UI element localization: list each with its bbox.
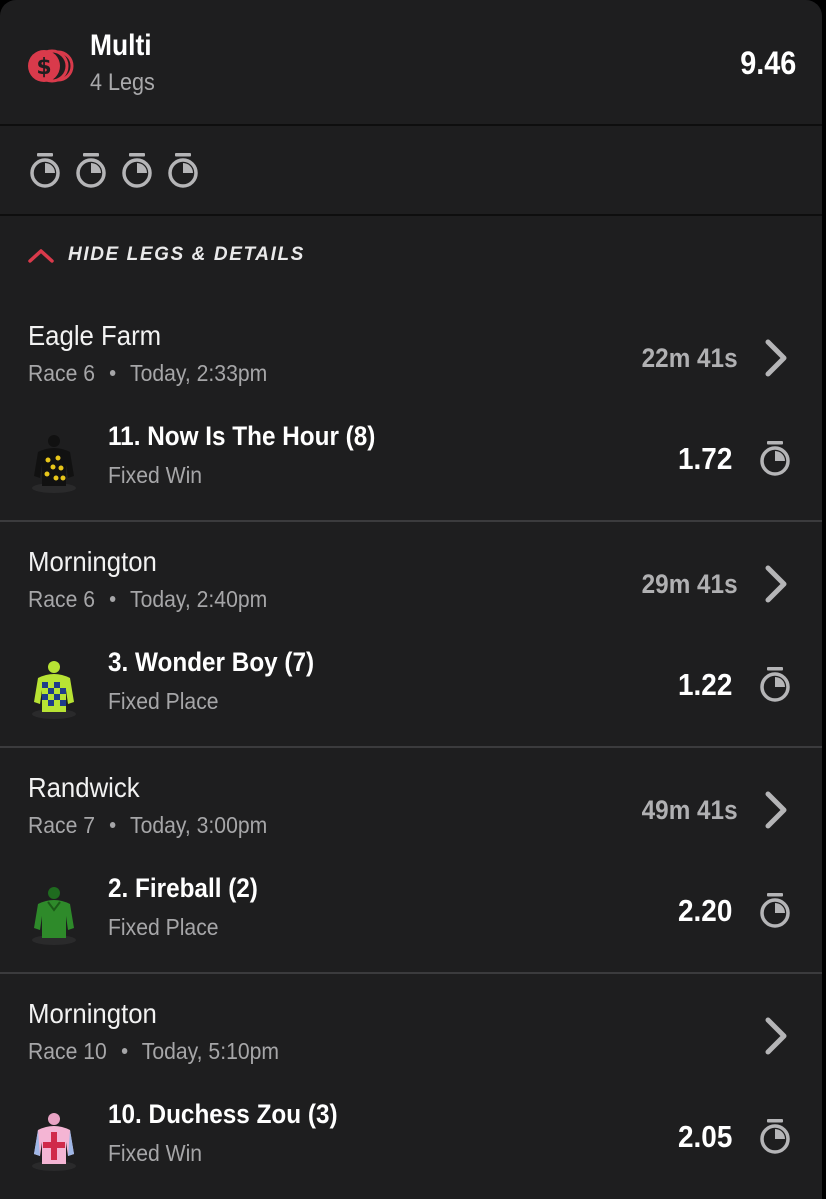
bet-header[interactable]: $ Multi 4 Legs 9.46 [0, 0, 822, 126]
dollar-coins-icon: $ [28, 49, 74, 83]
stopwatch-icon [760, 667, 790, 702]
leg-odds: 2.05 [677, 1119, 732, 1154]
leg-divider [0, 746, 822, 748]
separator-dot [109, 595, 116, 602]
venue-name: Mornington [28, 998, 157, 1029]
multi-bet-card: $ Multi 4 Legs 9.46 HIDE LEGS & DETAILS … [0, 0, 822, 1199]
bet-type: Fixed Win [108, 1140, 203, 1166]
leg-odds: 1.72 [677, 441, 732, 476]
race-info: Race 6 Today, 2:40pm [28, 584, 267, 614]
separator-dot [109, 369, 116, 376]
bet-legs-count: 4 Legs [90, 69, 155, 96]
race-time: Today, 5:10pm [141, 1038, 280, 1064]
stopwatch-icon [760, 1119, 790, 1154]
race-countdown: 49m 41s [642, 795, 738, 825]
bet-title: Multi [90, 29, 152, 62]
race-number: Race 7 [28, 812, 96, 838]
jockey-silk-icon [32, 1113, 76, 1171]
stopwatch-icon [76, 153, 106, 188]
race-number: Race 10 [28, 1038, 107, 1064]
stopwatch-icon [760, 441, 790, 476]
stopwatch-icon [122, 153, 152, 188]
venue-name: Eagle Farm [28, 320, 162, 351]
leg-item: Eagle Farm Race 6 Today, 2:33pm 22m 41s 1… [0, 318, 822, 544]
race-countdown: 29m 41s [642, 569, 738, 599]
chevron-up-icon [28, 249, 54, 263]
stopwatch-icon [168, 153, 198, 188]
stopwatch-icon [30, 153, 60, 188]
race-number: Race 6 [28, 360, 96, 386]
chevron-right-icon[interactable] [760, 1016, 790, 1056]
runner-name: 10. Duchess Zou (3) [108, 1099, 338, 1129]
race-time: Today, 2:40pm [130, 586, 268, 612]
chevron-right-icon[interactable] [760, 790, 790, 830]
bet-total-odds: 9.46 [739, 45, 796, 81]
race-time: Today, 3:00pm [130, 812, 268, 838]
hide-legs-label: HIDE LEGS & DETAILS [68, 244, 305, 265]
leg-odds: 1.22 [677, 667, 732, 702]
chevron-right-icon[interactable] [760, 564, 790, 604]
leg-status-row [0, 126, 822, 216]
race-info: Race 10 Today, 5:10pm [28, 1036, 279, 1066]
separator-dot [109, 821, 116, 828]
race-info: Race 7 Today, 3:00pm [28, 810, 267, 840]
bet-type: Fixed Place [108, 688, 219, 714]
svg-text:$: $ [36, 55, 51, 80]
chevron-right-icon[interactable] [760, 338, 790, 378]
runner-name: 3. Wonder Boy (7) [108, 647, 315, 677]
separator-dot [121, 1047, 128, 1054]
leg-item: Randwick Race 7 Today, 3:00pm 49m 41s 2. … [0, 770, 822, 996]
venue-name: Mornington [28, 546, 157, 577]
hide-legs-toggle[interactable]: HIDE LEGS & DETAILS [28, 240, 305, 270]
venue-name: Randwick [28, 772, 140, 803]
leg-item: Mornington Race 6 Today, 2:40pm 29m 41s 3… [0, 544, 822, 770]
bet-type: Fixed Place [108, 914, 219, 940]
jockey-silk-icon [32, 887, 76, 945]
leg-divider [0, 520, 822, 522]
race-time: Today, 2:33pm [130, 360, 268, 386]
leg-divider [0, 972, 822, 974]
leg-odds: 2.20 [677, 893, 732, 928]
race-number: Race 6 [28, 586, 96, 612]
race-info: Race 6 Today, 2:33pm [28, 358, 267, 388]
stopwatch-icon [760, 893, 790, 928]
runner-name: 2. Fireball (2) [108, 873, 258, 903]
runner-name: 11. Now Is The Hour (8) [108, 421, 376, 451]
bet-type: Fixed Win [108, 462, 203, 488]
jockey-silk-icon [32, 435, 76, 493]
jockey-silk-icon [32, 661, 76, 719]
race-countdown: 22m 41s [642, 343, 738, 373]
leg-item: Mornington Race 10 Today, 5:10pm 10. Duch… [0, 996, 822, 1199]
